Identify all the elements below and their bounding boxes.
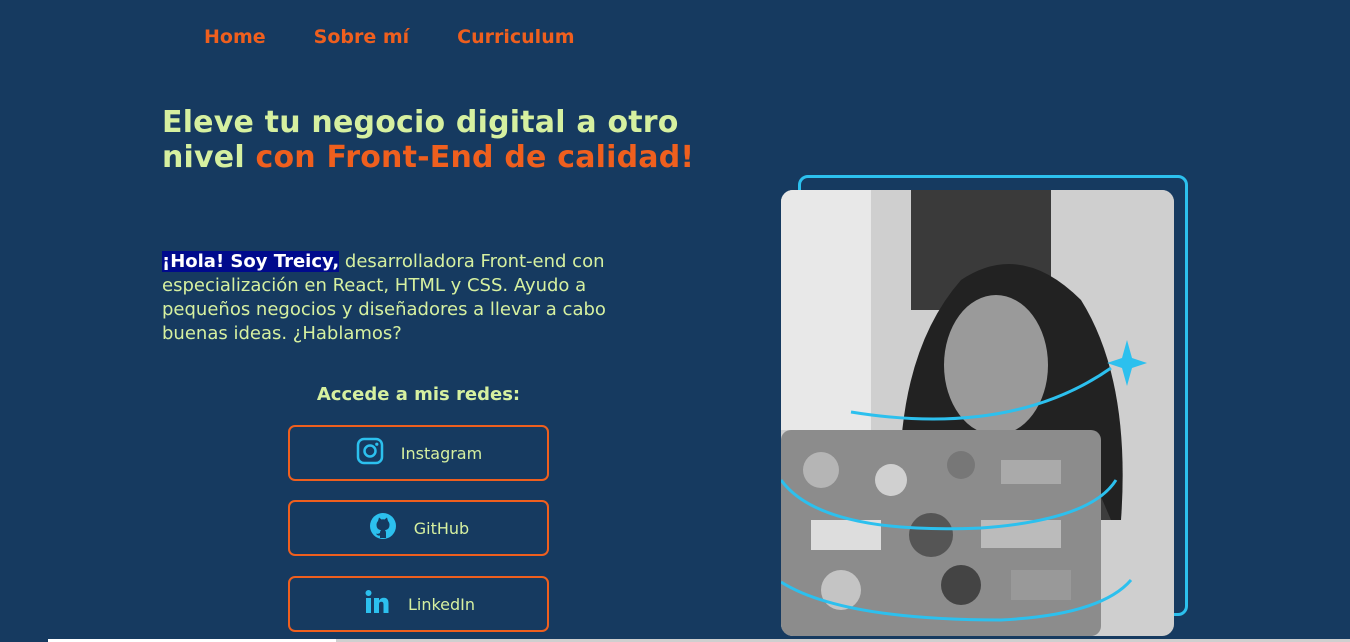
instagram-label: Instagram (400, 443, 483, 463)
main-nav: Home Sobre mí Curriculum (204, 26, 575, 48)
linkedin-button[interactable]: LinkedIn (288, 576, 549, 632)
linkedin-icon (362, 587, 392, 621)
github-icon (368, 511, 398, 545)
instagram-icon (355, 436, 385, 470)
instagram-button[interactable]: Instagram (288, 425, 549, 481)
nav-curriculum-link[interactable]: Curriculum (457, 26, 574, 48)
linkedin-label: LinkedIn (407, 594, 476, 614)
socials-title: Accede a mis redes: (316, 384, 521, 405)
nav-home-link[interactable]: Home (204, 26, 266, 48)
hero-headline: Eleve tu negocio digital a otro nivel co… (162, 105, 702, 175)
profile-photo (781, 190, 1174, 636)
github-label: GitHub (413, 518, 470, 538)
intro-greeting: ¡Hola! Soy Treicy, (162, 251, 340, 272)
headline-accent-text: con Front-End de calidad! (255, 140, 695, 175)
github-button[interactable]: GitHub (288, 500, 549, 556)
nav-about-link[interactable]: Sobre mí (314, 26, 410, 48)
hero-intro: ¡Hola! Soy Treicy, desarrolladora Front-… (162, 250, 652, 346)
